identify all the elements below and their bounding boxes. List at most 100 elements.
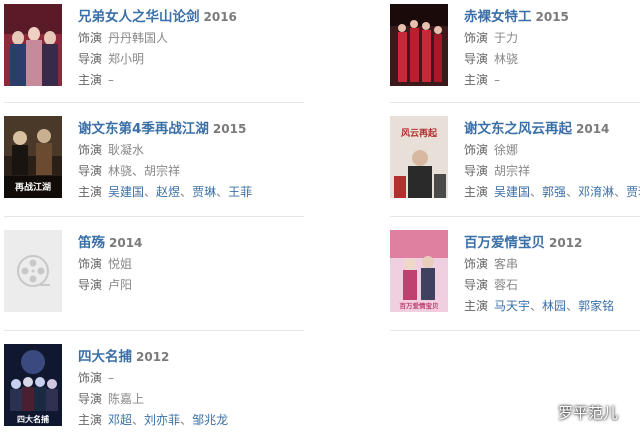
cast-link[interactable]: 王菲 — [228, 185, 252, 199]
cast-link[interactable]: 林园 — [542, 299, 566, 313]
poster-caption: 百万爱情宝贝 — [400, 301, 440, 310]
role-label: 饰演 — [464, 31, 489, 45]
movie-title[interactable]: 百万爱情宝贝 — [464, 235, 545, 251]
role-value: – — [108, 371, 115, 385]
cast-list: 吴建国、郭强、邓淯淋、贾琳 — [494, 185, 640, 199]
row-divider — [390, 102, 640, 103]
movie-poster[interactable] — [4, 4, 62, 86]
director-value: 林骁、胡宗祥 — [108, 164, 181, 178]
cast-link[interactable]: 刘亦菲 — [144, 413, 180, 427]
movie-title[interactable]: 谢文东第4季再战江湖 — [78, 121, 209, 137]
director-value: 蓉石 — [494, 278, 519, 292]
movie-title[interactable]: 谢文东之风云再起 — [464, 121, 572, 137]
wechat-icon — [532, 405, 551, 419]
director-label: 导演 — [464, 164, 489, 178]
cast-link[interactable]: 郭强 — [542, 185, 566, 199]
director-value: 胡宗祥 — [494, 164, 531, 178]
row-divider — [390, 330, 640, 331]
cast-link[interactable]: 郭家铭 — [578, 299, 614, 313]
director-label: 导演 — [78, 52, 103, 66]
movie-year: 2015 — [535, 10, 569, 24]
cast-label: 主演 — [464, 299, 489, 313]
row-divider — [4, 330, 304, 331]
movie-card: 再战江湖 谢文东第4季再战江湖 2015 饰演 耿凝水 导演 林骁、胡宗祥 主演 吴建国… — [4, 116, 304, 216]
cast-link[interactable]: 吴建国 — [494, 185, 530, 199]
role-label: 饰演 — [78, 257, 103, 271]
movie-poster[interactable]: 四大名捕 — [4, 344, 62, 426]
poster-image: 风云再起 — [390, 116, 448, 198]
poster-image: 四大名捕 — [4, 344, 62, 426]
movie-poster[interactable] — [390, 4, 448, 86]
role-value: 耿凝水 — [108, 143, 145, 157]
row-divider — [390, 216, 640, 217]
director-value: 林骁 — [494, 52, 519, 66]
poster-caption: 四大名捕 — [17, 414, 49, 424]
row-divider — [4, 216, 304, 217]
cast-value: – — [108, 73, 115, 87]
director-label: 导演 — [464, 52, 489, 66]
row-divider — [4, 102, 304, 103]
cast-link[interactable]: 吴建国 — [108, 185, 144, 199]
cast-label: 主演 — [464, 185, 489, 199]
poster-caption: 风云再起 — [401, 127, 438, 139]
cast-link[interactable]: 贾琳 — [192, 185, 216, 199]
role-value: 徐娜 — [494, 143, 519, 157]
role-label: 饰演 — [464, 143, 489, 157]
role-value: 于力 — [494, 31, 519, 45]
director-label: 导演 — [78, 392, 103, 406]
movie-year: 2012 — [549, 236, 583, 250]
cast-label: 主演 — [78, 185, 103, 199]
watermark: 罗平范儿 — [532, 401, 618, 423]
movie-year: 2015 — [212, 122, 247, 136]
cast-list: 邓超、刘亦菲、邹兆龙 — [108, 413, 229, 427]
movie-poster[interactable]: 风云再起 — [390, 116, 448, 198]
cast-label: 主演 — [78, 413, 103, 427]
director-label: 导演 — [464, 278, 489, 292]
director-value: 郑小明 — [108, 52, 145, 66]
watermark-text: 罗平范儿 — [557, 403, 618, 422]
cast-label: 主演 — [464, 73, 489, 87]
role-label: 饰演 — [78, 143, 103, 157]
movie-year: 2014 — [576, 122, 610, 136]
cast-link[interactable]: 赵煜 — [156, 185, 180, 199]
movie-title[interactable]: 笛殇 — [78, 235, 105, 251]
movie-card: 兄弟女人之华山论剑 2016 饰演 丹丹韩国人 导演 郑小明 主演 – — [4, 4, 304, 104]
role-value: 客串 — [494, 257, 519, 271]
cast-list: 吴建国、赵煜、贾琳、王菲 — [108, 185, 253, 199]
cast-link[interactable]: 贾琳 — [626, 185, 640, 199]
movie-poster[interactable]: 百万爱情宝贝 — [390, 230, 448, 312]
movie-card: 笛殇 2014 饰演 悦姐 导演 卢阳 — [4, 230, 304, 330]
poster-image: 百万爱情宝贝 — [390, 230, 448, 312]
cast-list: 马天宇、林园、郭家铭 — [494, 299, 615, 313]
cast-value: – — [494, 73, 501, 87]
cast-link[interactable]: 邓超 — [108, 413, 132, 427]
movie-title[interactable]: 兄弟女人之华山论剑 — [78, 9, 200, 25]
director-label: 导演 — [78, 278, 103, 292]
role-label: 饰演 — [78, 371, 103, 385]
cast-link[interactable]: 邓淯淋 — [578, 185, 614, 199]
cast-link[interactable]: 马天宇 — [494, 299, 530, 313]
movie-card: 风云再起 谢文东之风云再起 2014 饰演 徐娜 导演 胡宗祥 主演 吴建国、郭强、邓淯… — [390, 116, 640, 216]
movie-card: 赤裸女特工 2015 饰演 于力 导演 林骁 主演 – — [390, 4, 636, 104]
movie-year: 2014 — [109, 236, 143, 250]
role-label: 饰演 — [78, 31, 103, 45]
movie-year: 2012 — [136, 350, 170, 364]
movie-title[interactable]: 四大名捕 — [78, 349, 132, 365]
poster-image — [4, 4, 62, 86]
director-value: 卢阳 — [108, 278, 133, 292]
poster-image: 再战江湖 — [4, 116, 62, 198]
movie-poster[interactable]: 再战江湖 — [4, 116, 62, 198]
poster-image — [390, 4, 448, 86]
cast-label: 主演 — [78, 73, 103, 87]
director-label: 导演 — [78, 164, 103, 178]
director-value: 陈嘉上 — [108, 392, 145, 406]
role-value: 悦姐 — [108, 257, 133, 271]
movie-card: 百万爱情宝贝 百万爱情宝贝 2012 饰演 客串 导演 蓉石 主演 马天宇、林园、郭家铭 — [390, 230, 640, 330]
movie-title[interactable]: 赤裸女特工 — [464, 9, 532, 25]
movie-card: 四大名捕 四大名捕 2012 饰演 – 导演 陈嘉上 主演 邓超、刘亦菲、邹兆龙 — [4, 344, 304, 444]
role-value: 丹丹韩国人 — [108, 31, 169, 45]
movie-year: 2016 — [203, 10, 237, 24]
movie-poster[interactable] — [4, 230, 62, 312]
cast-link[interactable]: 邹兆龙 — [192, 413, 228, 427]
film-reel-icon — [4, 230, 62, 312]
